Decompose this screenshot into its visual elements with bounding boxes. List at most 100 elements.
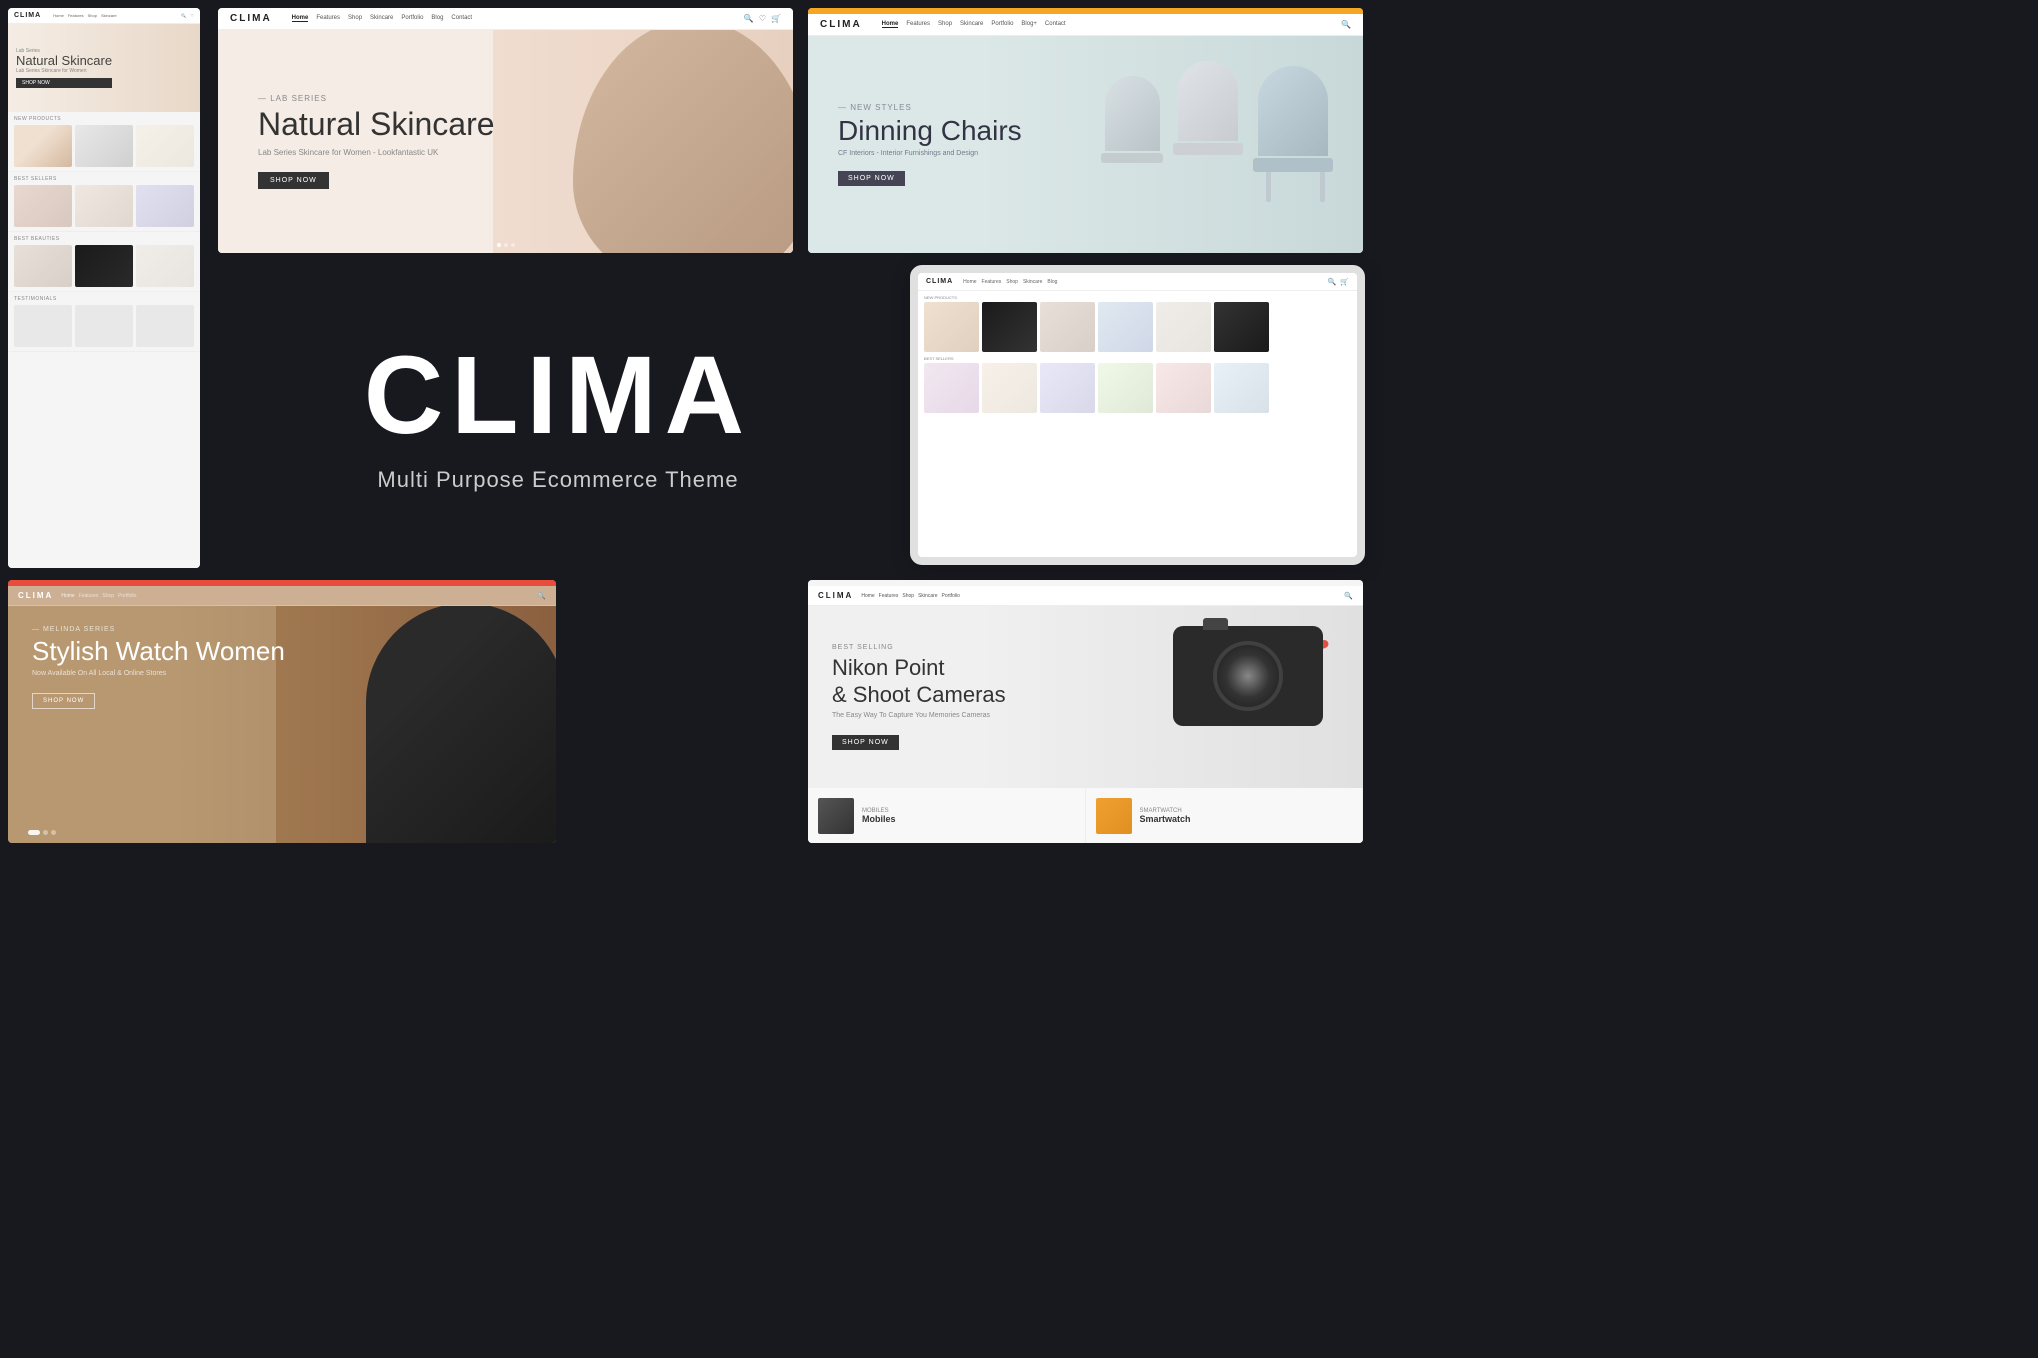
- chairs-hero-text: NEW STYLES Dinning Chairs CF Interiors -…: [838, 103, 1022, 187]
- tablet-row-1: [924, 302, 1351, 352]
- panel-left-hero-subtitle: Lab Series Skincare for Women: [16, 68, 112, 74]
- panel-left-hero-btn[interactable]: SHOP NOW: [16, 78, 112, 88]
- plb-product-3: [136, 125, 194, 167]
- wishlist-icon: ♡: [759, 14, 766, 23]
- plb-product-2: [75, 125, 133, 167]
- panel-left-hero: Lab Series Natural Skincare Lab Series S…: [8, 24, 200, 112]
- chairs-shop-btn[interactable]: SHOP NOW: [838, 171, 905, 186]
- camera-sub-mobiles: MOBILES Mobiles: [808, 788, 1086, 843]
- tablet-prod-6: [1214, 302, 1269, 352]
- chairs-header: CLIMA Home Features Shop Skincare Portfo…: [808, 14, 1363, 36]
- dot-3: [511, 243, 515, 247]
- chair-3: [1105, 76, 1163, 163]
- skincare-shop-btn[interactable]: SHOP NOW: [258, 172, 329, 189]
- watch-subtitle: Now Available On All Local & Online Stor…: [32, 670, 285, 677]
- camera-series: BEST SELLING: [832, 644, 1006, 651]
- panel-left-header: CLIMA Home Features Shop Skincare 🔍 ♡: [8, 8, 200, 24]
- panel-left-logo: CLIMA: [14, 12, 41, 19]
- chair-3-seat: [1101, 153, 1163, 163]
- chairs-decoration: [1043, 56, 1353, 236]
- plb-section-beauties: BEST BEAUTIES: [8, 232, 200, 292]
- tablet-prod-4: [1098, 302, 1153, 352]
- tablet-prod-3: [1040, 302, 1095, 352]
- tablet-prod-8: [982, 363, 1037, 413]
- mobiles-text: MOBILES Mobiles: [862, 808, 1075, 824]
- skincare-header: CLIMA Home Features Shop Skincare Portfo…: [218, 8, 793, 30]
- watch-series: MELINDA SERIES: [32, 626, 285, 633]
- camera-header-icons: 🔍: [1344, 592, 1353, 600]
- plb-product-8: [75, 245, 133, 287]
- tablet-inner: CLIMA Home Features Shop Skincare Blog 🔍…: [918, 273, 1357, 557]
- watch-title: Stylish Watch Women: [32, 637, 285, 666]
- chair-1: [1258, 66, 1333, 202]
- panel-left-body: NEW PRODUCTS BEST SELLERS BEST BEAUTIES: [8, 112, 200, 568]
- plb-section-testimonials: TESTIMONIALS: [8, 292, 200, 352]
- plb-product-11: [75, 305, 133, 347]
- tablet-prod-5: [1156, 302, 1211, 352]
- tablet-cart-icon: 🛒: [1340, 278, 1349, 286]
- panel-left-demo: CLIMA Home Features Shop Skincare 🔍 ♡ La…: [8, 8, 200, 568]
- tablet-prod-10: [1098, 363, 1153, 413]
- cam-shutter: [1203, 618, 1228, 630]
- tablet-nav: Home Features Shop Skincare Blog: [963, 279, 1057, 285]
- tablet-new-products-label: NEW PRODUCTS: [924, 295, 1351, 300]
- chair-2-back: [1178, 61, 1238, 141]
- watch-dot-2: [43, 830, 48, 835]
- skincare-series: LAB SERIES: [258, 94, 495, 103]
- panel-left-hero-title: Natural Skincare: [16, 54, 112, 68]
- camera-shop-btn[interactable]: SHOP NOW: [832, 735, 899, 750]
- skincare-hero-text: LAB SERIES Natural Skincare Lab Series S…: [258, 94, 495, 189]
- camera-title: Nikon Point& Shoot Cameras: [832, 655, 1006, 708]
- watch-nav: Home Features Shop Portfolio: [61, 593, 136, 599]
- tablet-header: CLIMA Home Features Shop Skincare Blog 🔍…: [918, 273, 1357, 291]
- tablet-prod-9: [1040, 363, 1095, 413]
- watch-logo: CLIMA: [18, 591, 53, 600]
- plb-section-new: NEW PRODUCTS: [8, 112, 200, 172]
- chairs-subtitle: CF Interiors - Interior Furnishings and …: [838, 150, 1022, 157]
- smartwatch-text: SMARTWATCH Smartwatch: [1140, 808, 1353, 824]
- plb-product-7: [14, 245, 72, 287]
- watch-dot-1: [28, 830, 40, 835]
- watch-dot-3: [51, 830, 56, 835]
- plb-product-10: [14, 305, 72, 347]
- tablet-search-icon: 🔍: [1328, 278, 1337, 286]
- cam-body: [1173, 626, 1323, 726]
- smartwatch-image: [1096, 798, 1132, 834]
- skincare-hero-content: LAB SERIES Natural Skincare Lab Series S…: [218, 30, 793, 253]
- plb-section-title-beauties: BEST BEAUTIES: [14, 236, 194, 242]
- mobiles-name: Mobiles: [862, 814, 1075, 824]
- tablet-prod-2: [982, 302, 1037, 352]
- panel-tablet-mockup: CLIMA Home Features Shop Skincare Blog 🔍…: [910, 265, 1365, 565]
- watch-header: CLIMA Home Features Shop Portfolio 🔍: [8, 586, 556, 606]
- plb-product-6: [136, 185, 194, 227]
- chairs-hero-content: NEW STYLES Dinning Chairs CF Interiors -…: [808, 36, 1363, 253]
- search-icon: 🔍: [744, 14, 754, 23]
- plb-section-title-testimonials: TESTIMONIALS: [14, 296, 194, 302]
- camera-sub-products: MOBILES Mobiles SMARTWATCH Smartwatch: [808, 788, 1363, 843]
- center-clima-logo: CLIMA: [364, 341, 752, 451]
- tablet-logo: CLIMA: [926, 278, 953, 285]
- chairs-series: NEW STYLES: [838, 103, 1022, 112]
- camera-nav: Home Features Shop Skincare Portfolio: [861, 593, 960, 599]
- skincare-title: Natural Skincare: [258, 107, 495, 142]
- tablet-prod-7: [924, 363, 979, 413]
- mobiles-image: [818, 798, 854, 834]
- panel-left-nav: Home Features Shop Skincare: [53, 13, 116, 18]
- panel-chairs-hero: CLIMA Home Features Shop Skincare Portfo…: [808, 8, 1363, 253]
- plb-grid-beauties: [14, 245, 194, 287]
- cart-icon: 🛒: [771, 14, 781, 23]
- plb-product-5: [75, 185, 133, 227]
- chair-2-seat: [1173, 143, 1243, 155]
- chair-3-back: [1105, 76, 1160, 151]
- camera-logo: CLIMA: [818, 591, 853, 600]
- center-logo-area: CLIMA Multi Purpose Ecommerce Theme: [218, 262, 898, 572]
- chair-1-back: [1258, 66, 1328, 156]
- chairs-nav: Home Features Shop Skincare Portfolio Bl…: [882, 21, 1066, 28]
- tablet-icons: 🔍 🛒: [1328, 278, 1349, 286]
- plb-product-9: [136, 245, 194, 287]
- center-tagline: Multi Purpose Ecommerce Theme: [377, 467, 738, 493]
- watch-shop-btn[interactable]: SHOP NOW: [32, 693, 95, 709]
- camera-search-icon: 🔍: [1344, 592, 1353, 600]
- panel-skincare-hero: CLIMA Home Features Shop Skincare Portfo…: [218, 8, 793, 253]
- watch-search-icon: 🔍: [537, 592, 546, 600]
